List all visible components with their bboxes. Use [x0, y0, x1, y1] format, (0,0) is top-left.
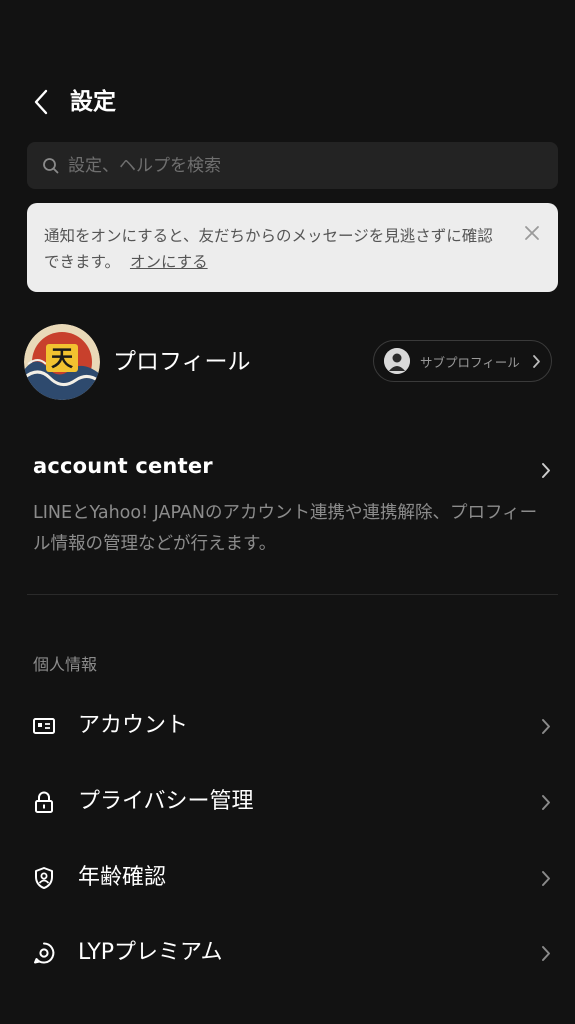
- chevron-right-icon: [542, 463, 550, 478]
- shield-person-icon: [35, 867, 53, 889]
- back-button[interactable]: [26, 84, 56, 120]
- account-center-item[interactable]: account center LINEとYahoo! JAPANのアカウント連携…: [0, 448, 575, 558]
- page-title: 設定: [70, 89, 116, 115]
- id-card-icon: [33, 718, 55, 734]
- person-icon: [384, 348, 410, 374]
- lock-icon: [35, 791, 53, 813]
- notice-text: 通知をオンにすると、友だちからのメッセージを見逃さずに確認できます。: [44, 227, 493, 271]
- close-icon: [525, 226, 539, 240]
- chevron-right-icon: [533, 355, 540, 368]
- settings-item-age-verification[interactable]: 年齢確認: [0, 846, 575, 910]
- settings-item-label: プライバシー管理: [78, 789, 254, 814]
- header: 設定: [0, 70, 575, 134]
- settings-item-privacy[interactable]: プライバシー管理: [0, 770, 575, 834]
- settings-item-label: 年齢確認: [78, 865, 167, 890]
- chevron-right-icon: [542, 871, 550, 886]
- sub-profile-button[interactable]: サブプロフィール: [373, 340, 552, 382]
- profile-name[interactable]: プロフィール: [113, 344, 251, 380]
- notification-banner: 通知をオンにすると、友だちからのメッセージを見逃さずに確認できます。 オンにする: [27, 203, 558, 292]
- chevron-left-icon: [34, 89, 48, 115]
- search-input[interactable]: [66, 154, 540, 177]
- settings-screen: 設定 通知をオンにすると、友だちからのメッセージを見逃さずに確認できます。オンに…: [0, 0, 575, 1024]
- avatar-glyph: 天: [51, 347, 74, 372]
- profile-section: 天 プロフィール サブプロフィール: [0, 322, 575, 402]
- account-center-description: LINEとYahoo! JAPANのアカウント連携や連携解除、プロフィール情報の…: [33, 503, 538, 554]
- settings-item-label: アカウント: [78, 713, 189, 738]
- turn-on-link[interactable]: オンにする: [130, 253, 208, 271]
- settings-item-lyp-premium[interactable]: LYPプレミアム: [0, 921, 575, 985]
- profile-avatar-image: 天: [24, 324, 100, 400]
- chevron-right-icon: [542, 719, 550, 734]
- search-icon: [42, 157, 60, 175]
- avatar[interactable]: 天: [24, 324, 100, 400]
- settings-item-label: LYPプレミアム: [78, 940, 223, 965]
- section-label-personal-info: 個人情報: [33, 655, 98, 674]
- sub-profile-label: サブプロフィール: [420, 354, 520, 370]
- search-bar[interactable]: [27, 142, 558, 189]
- account-center-title: account center: [33, 454, 213, 478]
- premium-badge-icon: [34, 942, 55, 964]
- chevron-right-icon: [542, 795, 550, 810]
- settings-item-account[interactable]: アカウント: [0, 694, 575, 758]
- chevron-right-icon: [542, 946, 550, 961]
- divider: [27, 594, 558, 595]
- close-button[interactable]: [524, 223, 540, 240]
